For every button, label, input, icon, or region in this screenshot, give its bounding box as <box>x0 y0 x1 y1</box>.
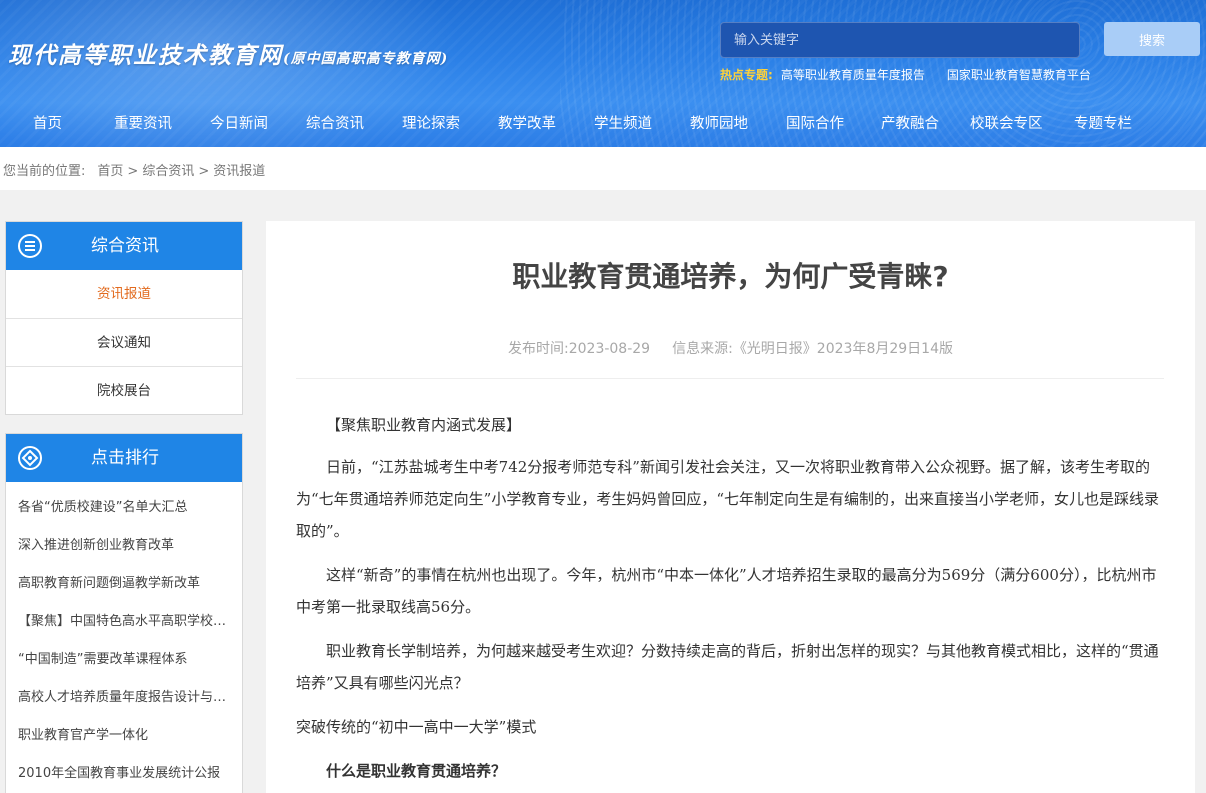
ranking-box: 点击排行 各省“优质校建设”名单大汇总 深入推进创新创业教育改革 高职教育新问题… <box>5 433 243 793</box>
source-label: 信息来源: <box>672 341 733 357</box>
breadcrumb-label: 您当前的位置: <box>3 164 86 179</box>
sidebar-item-showcase[interactable]: 院校展台 <box>6 366 242 414</box>
article-paragraph: 这样“新奇”的事情在杭州也出现了。今年，杭州市“中本一体化”人才培养招生录取的最… <box>296 566 1157 616</box>
nav-theory[interactable]: 理论探索 <box>402 104 460 144</box>
nav-general-news[interactable]: 综合资讯 <box>306 104 364 144</box>
site-subtitle: (原中国高职高专教育网) <box>283 51 449 67</box>
publish-date: 2023-08-29 <box>568 341 651 357</box>
article-body: 【聚焦职业教育内涵式发展】 日前，“江苏盐城考生中考742分报考师范专科”新闻引… <box>296 409 1166 793</box>
article-panel: 职业教育贯通培养，为何广受青睐? 发布时间:2023-08-29 信息来源:《光明… <box>266 221 1195 793</box>
article-paragraph: 日前，“江苏盐城考生中考742分报考师范专科”新闻引发社会关注，又一次将职业教育… <box>296 458 1160 540</box>
ranking-item[interactable]: 各省“优质校建设”名单大汇总 <box>6 489 242 527</box>
nav-teachers[interactable]: 教师园地 <box>690 104 748 144</box>
hot-link-smart-platform[interactable]: 国家职业教育智慧教育平台 <box>947 68 1091 82</box>
ranking-item[interactable]: 深入推进创新创业教育改革 <box>6 527 242 565</box>
nav-teaching-reform[interactable]: 教学改革 <box>498 104 556 144</box>
nav-important-news[interactable]: 重要资讯 <box>114 104 172 144</box>
ranking-item[interactable]: “中国制造”需要改革课程体系 <box>6 641 242 679</box>
main-nav: 首页 重要资讯 今日新闻 综合资讯 理论探索 教学改革 学生频道 教师园地 国际… <box>0 104 1206 144</box>
ranking-item[interactable]: 高职教育新问题倒逼教学新改革 <box>6 565 242 603</box>
breadcrumb-general[interactable]: 综合资讯 <box>142 164 194 179</box>
category-header: 综合资讯 <box>6 222 242 270</box>
category-title: 综合资讯 <box>91 236 159 256</box>
sidebar-item-meetings[interactable]: 会议通知 <box>6 318 242 366</box>
nav-special-topics[interactable]: 专题专栏 <box>1074 104 1132 144</box>
category-box: 综合资讯 资讯报道 会议通知 院校展台 <box>5 221 243 415</box>
article-meta: 发布时间:2023-08-29 信息来源:《光明日报》2023年8月29日14版 <box>266 338 1195 358</box>
publish-date-label: 发布时间: <box>508 341 569 357</box>
search-button[interactable]: 搜索 <box>1104 22 1200 56</box>
article-paragraph: 职业教育长学制培养，为何越来越受考生欢迎？分数持续走高的背后，折射出怎样的现实？… <box>296 642 1159 692</box>
hot-topics-label: 热点专题: <box>720 68 773 82</box>
search-box <box>720 22 1080 58</box>
sidebar-item-reports[interactable]: 资讯报道 <box>6 270 242 318</box>
breadcrumb-bar: 您当前的位置: 首页 > 综合资讯 > 资讯报道 <box>0 147 1206 190</box>
nav-industry[interactable]: 产教融合 <box>881 104 939 144</box>
ranking-list: 各省“优质校建设”名单大汇总 深入推进创新创业教育改革 高职教育新问题倒逼教学新… <box>6 482 242 793</box>
article-paragraph: 【聚焦职业教育内涵式发展】 <box>326 416 522 434</box>
hot-link-quality-report[interactable]: 高等职业教育质量年度报告 <box>781 68 925 82</box>
source-value: 《光明日报》2023年8月29日14版 <box>732 341 953 357</box>
article-title: 职业教育贯通培养，为何广受青睐? <box>512 260 949 293</box>
ranking-item[interactable]: 高校人才培养质量年度报告设计与编制 <box>6 679 242 717</box>
ranking-item[interactable]: 2010年全国教育事业发展统计公报 <box>6 755 242 793</box>
nav-home[interactable]: 首页 <box>33 104 62 144</box>
site-logo[interactable]: 现代高等职业技术教育网(原中国高职高专教育网) <box>8 36 448 72</box>
breadcrumb-sep: > <box>127 164 139 179</box>
article-subheading: 突破传统的“初中一高中一大学”模式 <box>296 718 537 736</box>
site-header: 现代高等职业技术教育网(原中国高职高专教育网) 搜索 热点专题: 高等职业教育质量… <box>0 0 1206 147</box>
article-question-heading: 什么是职业教育贯通培养？ <box>326 762 507 780</box>
nav-international[interactable]: 国际合作 <box>786 104 844 144</box>
ranking-item[interactable]: 【聚焦】中国特色高水平高职学校和专业建设计划 <box>6 603 242 641</box>
ranking-header: 点击排行 <box>6 434 242 482</box>
breadcrumb-home[interactable]: 首页 <box>97 164 123 179</box>
hot-topics: 热点专题: 高等职业教育质量年度报告 国家职业教育智慧教育平台 <box>720 66 1105 83</box>
search-input[interactable] <box>721 23 1079 57</box>
nav-alliance[interactable]: 校联会专区 <box>970 104 1043 144</box>
breadcrumb: 您当前的位置: 首页 > 综合资讯 > 资讯报道 <box>3 160 265 179</box>
breadcrumb-sep: > <box>198 164 210 179</box>
ranking-item[interactable]: 职业教育官产学一体化 <box>6 717 242 755</box>
meta-divider <box>296 378 1164 379</box>
breadcrumb-reports[interactable]: 资讯报道 <box>213 164 265 179</box>
ranking-title: 点击排行 <box>91 448 159 468</box>
site-title: 现代高等职业技术教育网 <box>8 42 283 69</box>
nav-students[interactable]: 学生频道 <box>594 104 652 144</box>
nav-today-news[interactable]: 今日新闻 <box>210 104 268 144</box>
